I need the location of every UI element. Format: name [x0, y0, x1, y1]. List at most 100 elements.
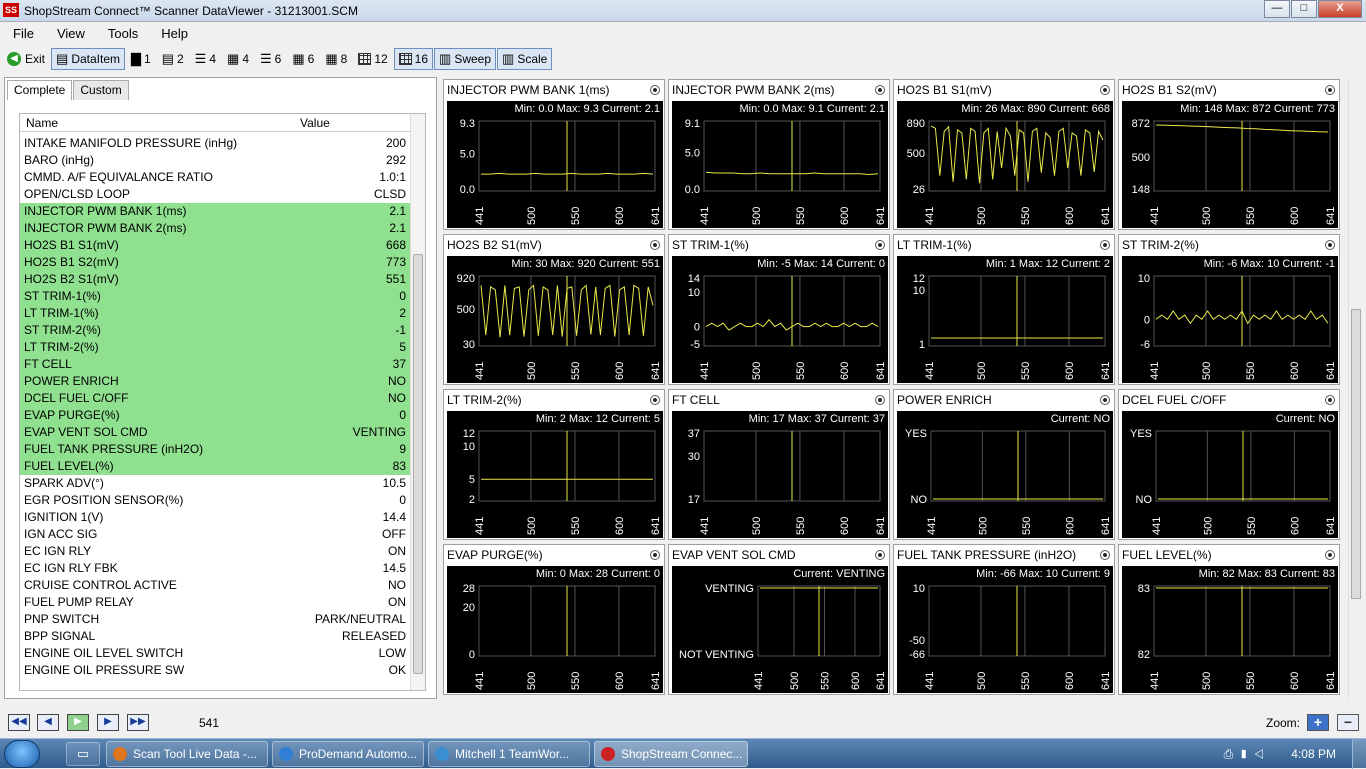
tab-custom[interactable]: Custom — [73, 80, 129, 100]
scroll-thumb[interactable] — [413, 254, 423, 674]
list-item[interactable]: OPEN/CLSD LOOP CLSD — [20, 186, 410, 203]
column-value-header[interactable]: Value — [300, 116, 330, 130]
dataitem-button[interactable]: ▤ DataItem — [51, 48, 125, 70]
chart-select-radio-icon[interactable] — [1325, 550, 1335, 560]
chart-select-radio-icon[interactable] — [1325, 395, 1335, 405]
layout-12-button[interactable]: 12 — [353, 48, 392, 70]
list-item[interactable]: ST TRIM-1(%) 0 — [20, 288, 410, 305]
chart-panel[interactable]: FT CELL Min: 17 Max: 37 Current: 37 441 500… — [668, 389, 890, 540]
maximize-button[interactable]: □ — [1291, 0, 1317, 18]
zoom-in-button[interactable]: + — [1307, 714, 1329, 731]
chart-panel[interactable]: FUEL LEVEL(%) Min: 82 Max: 83 Current: 83… — [1118, 544, 1340, 695]
sweep-button[interactable]: ▥ Sweep — [434, 48, 497, 70]
chart-select-radio-icon[interactable] — [1100, 240, 1110, 250]
start-button[interactable] — [4, 740, 40, 768]
last-frame-button[interactable]: ▶▶ — [127, 714, 149, 731]
chart-panel[interactable]: POWER ENRICH Current: NO 441 500 550 600 641 YE… — [893, 389, 1115, 540]
chart-panel[interactable]: HO2S B2 S1(mV) Min: 30 Max: 920 Current: … — [443, 234, 665, 385]
chart-select-radio-icon[interactable] — [875, 240, 885, 250]
close-button[interactable]: X — [1318, 0, 1362, 18]
chart-select-radio-icon[interactable] — [1100, 395, 1110, 405]
chart-select-radio-icon[interactable] — [1100, 85, 1110, 95]
explorer-icon[interactable]: ▭ — [66, 742, 100, 766]
chart-select-radio-icon[interactable] — [1325, 85, 1335, 95]
first-frame-button[interactable]: ◀◀ — [8, 714, 30, 731]
chart-panel[interactable]: HO2S B1 S1(mV) Min: 26 Max: 890 Current: … — [893, 79, 1115, 230]
chart-select-radio-icon[interactable] — [875, 85, 885, 95]
show-desktop-button[interactable] — [1352, 739, 1366, 769]
exit-button[interactable]: ◀ Exit — [2, 48, 50, 70]
zoom-out-button[interactable]: − — [1337, 714, 1359, 731]
list-item[interactable]: FUEL TANK PRESSURE (inH2O) 9 — [20, 441, 410, 458]
list-item[interactable]: IGN ACC SIG OFF — [20, 526, 410, 543]
chart-select-radio-icon[interactable] — [650, 550, 660, 560]
layout-6b-button[interactable]: ▦ 6 — [287, 48, 319, 70]
list-item[interactable]: CMMD. A/F EQUIVALANCE RATIO 1.0:1 — [20, 169, 410, 186]
task-mitchell[interactable]: Mitchell 1 TeamWor... — [428, 741, 590, 767]
chart-panel[interactable]: LT TRIM-2(%) Min: 2 Max: 12 Current: 5 441… — [443, 389, 665, 540]
chart-panel[interactable]: EVAP VENT SOL CMD Current: VENTING 441 500 5… — [668, 544, 890, 695]
list-item[interactable]: INTAKE MANIFOLD PRESSURE (inHg) 200 — [20, 135, 410, 152]
minimize-button[interactable]: — — [1264, 0, 1290, 18]
list-item[interactable]: INJECTOR PWM BANK 2(ms) 2.1 — [20, 220, 410, 237]
list-item[interactable]: HO2S B1 S2(mV) 773 — [20, 254, 410, 271]
layout-4a-button[interactable]: ☰ 4 — [190, 48, 221, 70]
list-item[interactable]: EC IGN RLY ON — [20, 543, 410, 560]
play-button[interactable]: ▶ — [67, 714, 89, 731]
list-item[interactable]: ENGINE OIL PRESSURE SW OK — [20, 662, 410, 679]
clock[interactable]: 4:08 PM — [1291, 747, 1336, 761]
layout-8-button[interactable]: ▦ 8 — [320, 48, 352, 70]
list-item[interactable]: CRUISE CONTROL ACTIVE NO — [20, 577, 410, 594]
menu-help[interactable]: Help — [148, 26, 198, 41]
list-item[interactable]: DCEL FUEL C/OFF NO — [20, 390, 410, 407]
list-item[interactable]: BARO (inHg) 292 — [20, 152, 410, 169]
list-item[interactable]: EGR POSITION SENSOR(%) 0 — [20, 492, 410, 509]
prev-frame-button[interactable]: ◀ — [37, 714, 59, 731]
chart-select-radio-icon[interactable] — [650, 85, 660, 95]
list-item[interactable]: FUEL LEVEL(%) 83 — [20, 458, 410, 475]
scroll-thumb[interactable] — [1351, 309, 1361, 599]
layout-4b-button[interactable]: ▦ 4 — [222, 48, 254, 70]
list-item[interactable]: BPP SIGNAL RELEASED — [20, 628, 410, 645]
chart-select-radio-icon[interactable] — [1100, 550, 1110, 560]
list-item[interactable]: INJECTOR PWM BANK 1(ms) 2.1 — [20, 203, 410, 220]
scale-button[interactable]: ▥ Scale — [497, 48, 553, 70]
task-shopstream[interactable]: ShopStream Connec... — [594, 741, 748, 767]
list-item[interactable]: EC IGN RLY FBK 14.5 — [20, 560, 410, 577]
chart-select-radio-icon[interactable] — [875, 550, 885, 560]
menu-tools[interactable]: Tools — [95, 26, 148, 41]
layout-1-button[interactable]: ▇ 1 — [126, 48, 156, 70]
list-item[interactable]: LT TRIM-1(%) 2 — [20, 305, 410, 322]
chart-panel[interactable]: FUEL TANK PRESSURE (inH2O) Min: -66 Max: … — [893, 544, 1115, 695]
task-scan-tool[interactable]: Scan Tool Live Data -... — [106, 741, 268, 767]
charts-scrollbar[interactable] — [1348, 79, 1363, 698]
chart-panel[interactable]: EVAP PURGE(%) Min: 0 Max: 28 Current: 0 44… — [443, 544, 665, 695]
chart-panel[interactable]: ST TRIM-1(%) Min: -5 Max: 14 Current: 0 44… — [668, 234, 890, 385]
list-item[interactable]: EVAP VENT SOL CMD VENTING — [20, 424, 410, 441]
tab-complete[interactable]: Complete — [7, 80, 73, 100]
column-name-header[interactable]: Name — [26, 116, 58, 130]
task-prodemand[interactable]: ProDemand Automo... — [272, 741, 424, 767]
menu-file[interactable]: File — [0, 26, 44, 41]
data-item-list[interactable]: Name Value INTAKE MANIFOLD PRESSURE (inH… — [19, 113, 426, 691]
list-item[interactable]: EVAP PURGE(%) 0 — [20, 407, 410, 424]
layout-16-button[interactable]: 16 — [393, 48, 434, 70]
chart-select-radio-icon[interactable] — [650, 240, 660, 250]
list-item[interactable]: ST TRIM-2(%) -1 — [20, 322, 410, 339]
next-frame-button[interactable]: ▶ — [97, 714, 119, 731]
layout-2-button[interactable]: ▤ 2 — [157, 48, 189, 70]
chart-panel[interactable]: INJECTOR PWM BANK 1(ms) Min: 0.0 Max: 9.3… — [443, 79, 665, 230]
list-item[interactable]: IGNITION 1(V) 14.4 — [20, 509, 410, 526]
list-item[interactable]: PNP SWITCH PARK/NEUTRAL — [20, 611, 410, 628]
chart-select-radio-icon[interactable] — [650, 395, 660, 405]
list-item[interactable]: HO2S B1 S1(mV) 668 — [20, 237, 410, 254]
chart-panel[interactable]: HO2S B1 S2(mV) Min: 148 Max: 872 Current:… — [1118, 79, 1340, 230]
chart-panel[interactable]: INJECTOR PWM BANK 2(ms) Min: 0.0 Max: 9.1… — [668, 79, 890, 230]
list-item[interactable]: FT CELL 37 — [20, 356, 410, 373]
chart-panel[interactable]: LT TRIM-1(%) Min: 1 Max: 12 Current: 2 441… — [893, 234, 1115, 385]
list-item[interactable]: SPARK ADV(°) 10.5 — [20, 475, 410, 492]
layout-6a-button[interactable]: ☰ 6 — [255, 48, 286, 70]
chart-select-radio-icon[interactable] — [1325, 240, 1335, 250]
list-item[interactable]: HO2S B2 S1(mV) 551 — [20, 271, 410, 288]
list-item[interactable]: FUEL PUMP RELAY ON — [20, 594, 410, 611]
